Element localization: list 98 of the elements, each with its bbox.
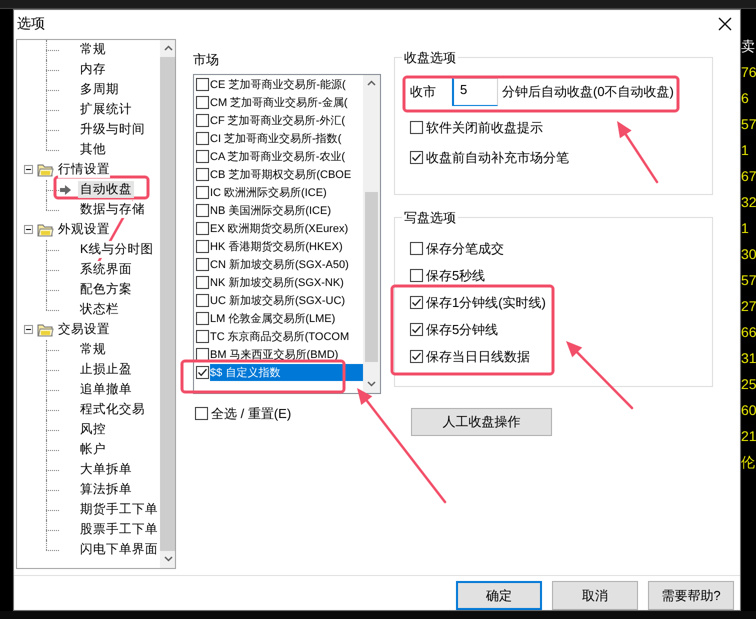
quote-value: 60 bbox=[741, 401, 756, 420]
list-item[interactable]: CN 新加坡交易所(SGX-A50) bbox=[210, 256, 363, 274]
folder-icon bbox=[37, 162, 54, 177]
list-item[interactable]: CE 芝加哥商业交易所-能源( bbox=[210, 76, 363, 94]
group-title: 写盘选项 bbox=[403, 208, 457, 227]
checkbox[interactable] bbox=[196, 186, 209, 200]
section-label: 市场 bbox=[193, 50, 220, 69]
collapse-icon[interactable] bbox=[24, 165, 33, 174]
tree-item[interactable]: 数据与存储 bbox=[78, 201, 147, 218]
checkbox[interactable] bbox=[196, 276, 209, 290]
list-item[interactable]: EX 欧洲期货交易所(XEurex) bbox=[210, 220, 363, 238]
dialog-button[interactable]: 取消 bbox=[552, 581, 638, 610]
quote-value: 6 bbox=[741, 89, 750, 108]
checkbox[interactable] bbox=[196, 240, 209, 254]
scroll-down-icon[interactable] bbox=[367, 381, 376, 388]
list-item[interactable]: CM 芝加哥商业交易所-金属( bbox=[210, 94, 363, 112]
checkbox-label[interactable]: 保存1分钟线(实时线) bbox=[426, 294, 546, 312]
checkbox-label[interactable]: 收盘前自动补充市场分笔 bbox=[426, 148, 569, 167]
checkbox[interactable] bbox=[196, 294, 209, 308]
list-item[interactable]: NB 美国洲际交易所(ICE) bbox=[210, 202, 363, 220]
checkbox[interactable] bbox=[196, 222, 209, 236]
quote-value: 27 bbox=[741, 297, 756, 316]
list-item[interactable]: LM 伦敦金属交易所(LME) bbox=[210, 310, 363, 328]
quote-value: 66 bbox=[741, 323, 756, 342]
annotation-arrow bbox=[566, 341, 634, 410]
dialog-button[interactable]: 需要帮助? bbox=[648, 581, 734, 610]
dialog-button[interactable]: 确定 bbox=[456, 581, 542, 610]
quote-value: 57 bbox=[741, 115, 756, 134]
quote-value: 21 bbox=[741, 427, 756, 446]
tree-item[interactable]: 行情设置 bbox=[58, 161, 110, 178]
checkbox[interactable] bbox=[410, 121, 423, 134]
manual-close-button[interactable]: 人工收盘操作 bbox=[411, 408, 552, 436]
scroll-up-icon[interactable] bbox=[164, 45, 173, 52]
collapse-icon[interactable] bbox=[24, 225, 33, 234]
quote-value: 31 bbox=[741, 349, 756, 368]
quote-value: 1 bbox=[741, 219, 750, 238]
quote-value: 25 bbox=[741, 375, 756, 394]
arrow-icon bbox=[60, 184, 71, 195]
checkbox-label[interactable]: 全选 / 重置(E) bbox=[211, 404, 292, 423]
quote-value: 76 bbox=[741, 63, 756, 82]
list-item[interactable]: $$ 自定义指数 bbox=[210, 364, 363, 382]
minutes-field[interactable]: 5 bbox=[452, 78, 498, 106]
quote-value: 30 bbox=[741, 245, 756, 264]
checkbox[interactable] bbox=[196, 168, 209, 182]
quote-value: 32 bbox=[741, 193, 756, 212]
window-title: 选项 bbox=[17, 15, 45, 34]
checkbox[interactable] bbox=[196, 258, 209, 272]
folder-icon bbox=[37, 222, 54, 237]
list-item[interactable]: HK 香港期货交易所(HKEX) bbox=[210, 238, 363, 256]
tree-item[interactable]: 期货手工下单 bbox=[78, 501, 160, 518]
list-item[interactable]: CB 芝加哥期权交易所(CBOE bbox=[210, 166, 363, 184]
checkbox-label[interactable]: 保存5分钟线 bbox=[426, 320, 498, 339]
checkbox[interactable] bbox=[410, 242, 423, 256]
quote-value: 57 bbox=[741, 271, 756, 290]
scroll-up-icon[interactable] bbox=[367, 80, 376, 86]
checkbox[interactable] bbox=[196, 348, 209, 362]
list-item[interactable]: NK 新加坡交易所(SGX-NK) bbox=[210, 274, 363, 292]
checkbox[interactable] bbox=[410, 350, 423, 364]
checkbox[interactable] bbox=[196, 312, 209, 326]
checkbox[interactable] bbox=[196, 78, 209, 92]
checkbox[interactable] bbox=[196, 132, 209, 146]
collapse-icon[interactable] bbox=[24, 325, 33, 334]
quote-value: 卖 bbox=[741, 37, 756, 56]
folder-icon bbox=[37, 322, 54, 337]
scrollbar[interactable] bbox=[363, 74, 380, 393]
checkbox-label[interactable]: 保存分笔成交 bbox=[426, 240, 504, 258]
scrollbar[interactable] bbox=[160, 40, 175, 568]
list-item[interactable]: CF 芝加哥商业交易所-外汇( bbox=[210, 112, 363, 130]
tree-item[interactable]: 自动收盘 bbox=[78, 181, 134, 198]
quote-value: 伦 bbox=[741, 453, 756, 472]
checkbox[interactable] bbox=[196, 150, 209, 164]
checkbox[interactable] bbox=[196, 114, 209, 128]
group-title: 收盘选项 bbox=[403, 48, 457, 67]
field-label: 收市 bbox=[410, 82, 436, 101]
close-icon[interactable] bbox=[718, 17, 732, 32]
list-item[interactable]: BM 马来西亚交易所(BMD) bbox=[210, 346, 363, 364]
checkbox[interactable] bbox=[196, 366, 209, 380]
checkbox-label[interactable]: 保存当日日线数据 bbox=[426, 348, 530, 366]
quote-value: 1 bbox=[741, 141, 750, 160]
list-item[interactable]: CI 芝加哥商业交易所-指数( bbox=[210, 130, 363, 148]
scroll-down-icon[interactable] bbox=[164, 556, 173, 562]
checkbox[interactable] bbox=[410, 323, 423, 336]
checkbox[interactable] bbox=[196, 330, 209, 344]
checkbox[interactable] bbox=[195, 407, 208, 420]
list-item[interactable]: IC 欧洲洲际交易所(ICE) bbox=[210, 184, 363, 202]
field-label: 分钟后自动收盘(0不自动收盘) bbox=[502, 82, 674, 101]
checkbox[interactable] bbox=[196, 204, 209, 218]
checkbox[interactable] bbox=[196, 96, 209, 110]
checkbox[interactable] bbox=[410, 151, 423, 164]
list-item[interactable]: UC 新加坡交易所(SGX-UC) bbox=[210, 292, 363, 310]
checkbox[interactable] bbox=[410, 296, 423, 310]
checkbox-label[interactable]: 保存5秒线 bbox=[426, 266, 486, 285]
list-item[interactable]: CA 芝加哥商业交易所-农业( bbox=[210, 148, 363, 166]
quote-value: 67 bbox=[741, 167, 756, 186]
annotation-arrow bbox=[617, 121, 658, 184]
list-item[interactable]: TC 东京商品交易所(TOCOM bbox=[210, 328, 363, 346]
checkbox-label[interactable]: 软件关闭前收盘提示 bbox=[426, 118, 543, 137]
checkbox[interactable] bbox=[410, 269, 423, 282]
